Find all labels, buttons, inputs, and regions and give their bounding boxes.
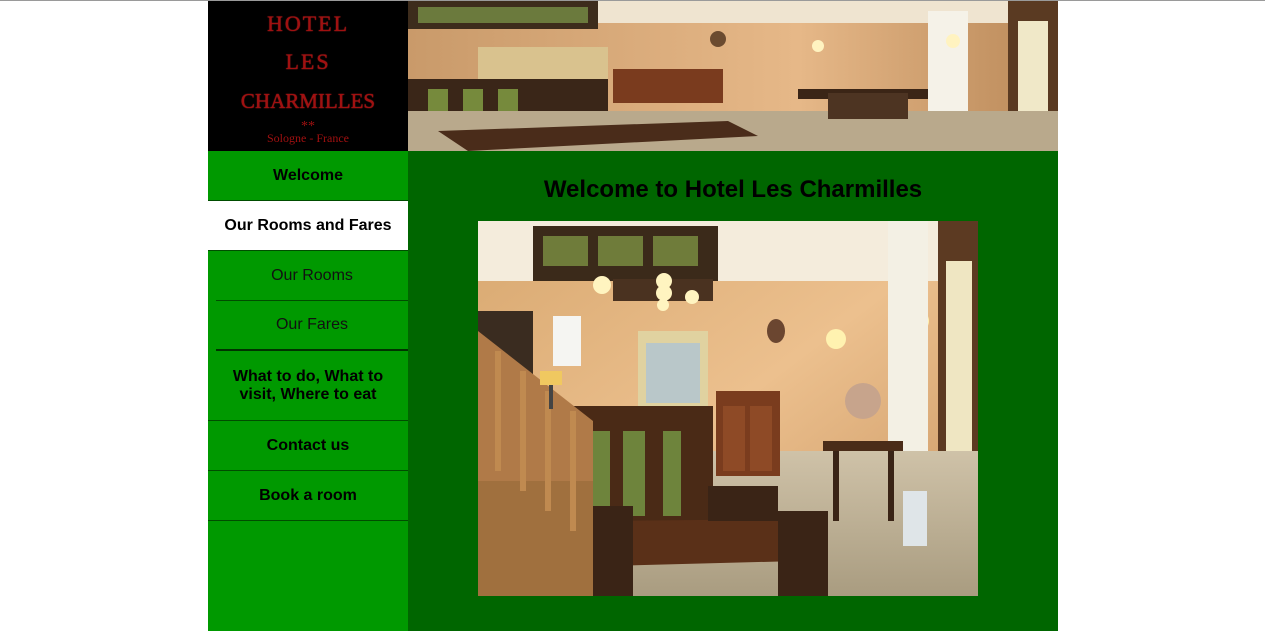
nav-book-a-room[interactable]: Book a room <box>208 471 408 521</box>
logo-line-1: HOTEL <box>266 11 350 36</box>
page-title: Welcome to Hotel Les Charmilles <box>543 176 923 203</box>
nav-rooms-and-fares[interactable]: Our Rooms and Fares <box>208 201 408 251</box>
main-content: Welcome to Hotel Les Charmilles <box>408 151 1058 631</box>
nav-our-fares[interactable]: Our Fares <box>216 301 408 351</box>
page: HOTEL LES CHARMILLES ** Sologne - France <box>208 1 1058 631</box>
logo-tagline: Sologne - France <box>267 131 349 145</box>
sidebar-nav: Welcome Our Rooms and Fares Our Rooms Ou… <box>208 151 408 631</box>
nav-welcome[interactable]: Welcome <box>208 151 408 201</box>
logo-line-3: CHARMILLES <box>240 89 376 113</box>
nav-our-rooms[interactable]: Our Rooms <box>216 251 408 301</box>
hotel-logo[interactable]: HOTEL LES CHARMILLES ** Sologne - France <box>208 1 408 151</box>
banner-photo <box>408 1 1058 151</box>
lobby-photo <box>478 221 978 596</box>
logo-line-2: LES <box>285 49 331 74</box>
nav-what-to-do[interactable]: What to do, What to visit, Where to eat <box>208 351 408 421</box>
nav-contact-us[interactable]: Contact us <box>208 421 408 471</box>
